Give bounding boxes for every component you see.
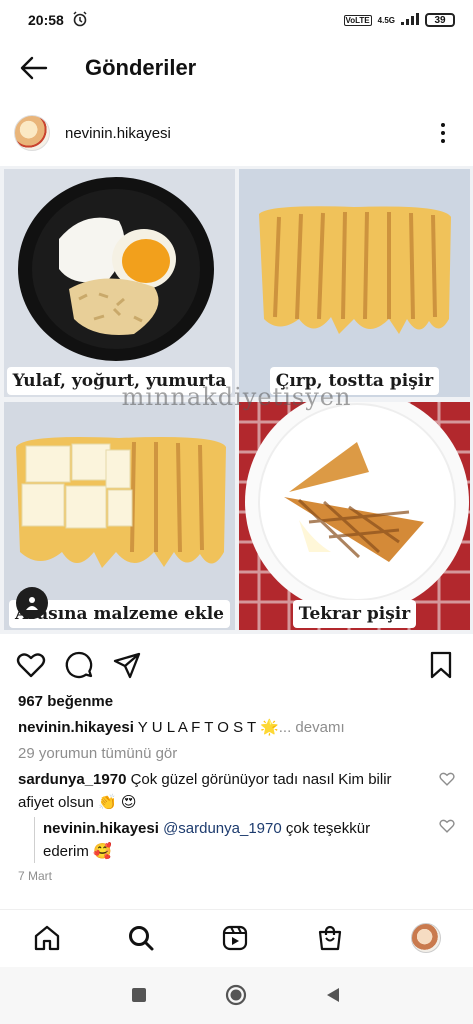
more-options-button[interactable]	[433, 118, 453, 148]
comment-button[interactable]	[64, 650, 96, 682]
status-bar: 20:58 VoLTE 4.5G 39	[0, 0, 473, 40]
status-time: 20:58	[28, 12, 64, 28]
back-button[interactable]	[14, 48, 54, 88]
collage-caption-4: Tekrar pişir	[239, 600, 470, 628]
nav-home[interactable]	[31, 922, 63, 954]
collage-tile-oats: Yulaf, yoğurt, yumurta	[4, 169, 235, 397]
signal-icon	[401, 12, 419, 28]
avatar[interactable]	[14, 115, 50, 151]
likes-count[interactable]: 967 beğenme	[18, 693, 113, 710]
caption-more-link[interactable]: ... devamı	[279, 719, 345, 736]
nav-reels[interactable]	[219, 922, 251, 954]
post-username[interactable]: nevinin.hikayesi	[65, 125, 171, 142]
triangle-back-icon	[327, 988, 339, 1002]
circle-icon	[225, 984, 247, 1006]
share-button[interactable]	[112, 650, 144, 682]
comment-reply-item: nevinin.hikayesi @sardunya_1970 çok teşe…	[34, 817, 414, 863]
post-image[interactable]: Yulaf, yoğurt, yumurta Çırp, tostta pişi…	[0, 166, 473, 634]
tagged-users-button[interactable]	[16, 587, 48, 619]
page-title: Gönderiler	[85, 55, 197, 80]
caption-text: Y U L A F T O S T 🌟	[137, 719, 279, 736]
top-bar: Gönderiler	[0, 40, 473, 96]
caption-username[interactable]: nevinin.hikayesi	[18, 719, 134, 736]
post-actions	[0, 646, 473, 686]
back-system-button[interactable]	[322, 984, 344, 1006]
plate-illustration	[239, 402, 470, 630]
square-icon	[132, 988, 146, 1002]
alarm-icon	[72, 10, 88, 30]
user-icon	[26, 597, 38, 610]
comment-like-button[interactable]	[439, 771, 455, 787]
comment-icon	[65, 651, 93, 679]
post-caption: nevinin.hikayesi Y U L A F T O S T 🌟... …	[18, 718, 458, 736]
arrow-left-icon	[20, 56, 48, 80]
battery-icon: 39	[425, 13, 455, 27]
comment-username[interactable]: sardunya_1970	[18, 771, 126, 788]
heart-icon	[439, 819, 455, 833]
battery-level: 39	[434, 14, 446, 26]
like-button[interactable]	[16, 650, 48, 682]
collage-tile-plate: Tekrar pişir	[239, 402, 470, 630]
comment-item: sardunya_1970 Çok güzel görünüyor tadı n…	[18, 768, 423, 814]
home-icon	[34, 925, 60, 951]
heart-icon	[439, 772, 455, 786]
bookmark-button[interactable]	[426, 650, 458, 682]
share-icon	[113, 652, 141, 679]
system-nav-bar	[0, 967, 473, 1024]
search-icon	[129, 926, 154, 951]
home-system-button[interactable]	[225, 984, 247, 1006]
view-all-comments-link[interactable]: 29 yorumun tümünü gör	[18, 745, 177, 762]
profile-avatar	[411, 923, 441, 953]
post-date: 7 Mart	[18, 869, 53, 883]
bottom-nav	[0, 909, 473, 967]
heart-icon	[16, 653, 46, 678]
shop-icon	[318, 925, 342, 951]
post-header: nevinin.hikayesi	[0, 108, 473, 158]
bowl-illustration	[18, 177, 214, 361]
nav-shop[interactable]	[314, 922, 346, 954]
recents-button[interactable]	[128, 984, 150, 1006]
nav-profile[interactable]	[410, 922, 442, 954]
bookmark-icon	[430, 651, 452, 679]
nav-search[interactable]	[125, 922, 157, 954]
collage-tile-toast: Çırp, tostta pişir	[239, 169, 470, 397]
toast-dough-illustration	[259, 206, 451, 334]
reels-icon	[222, 925, 248, 951]
watermark-text: minnakdiyetisyen	[121, 383, 352, 411]
comment-mention[interactable]: @sardunya_1970	[163, 820, 282, 837]
comment-like-button[interactable]	[439, 818, 455, 834]
comment-username[interactable]: nevinin.hikayesi	[43, 820, 159, 837]
volte-icon: VoLTE	[343, 14, 372, 26]
network-label: 4.5G	[377, 15, 395, 25]
